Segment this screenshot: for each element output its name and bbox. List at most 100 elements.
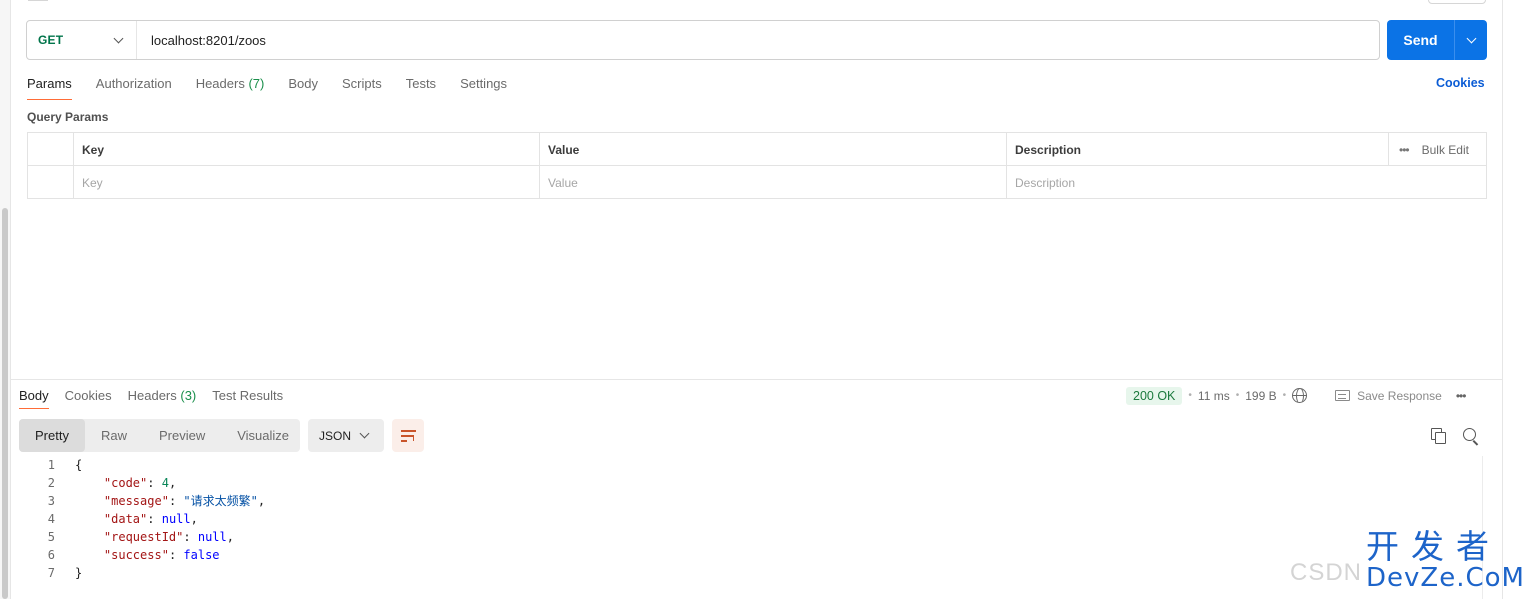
json-comma: , xyxy=(168,476,177,490)
json-value: null xyxy=(197,530,227,544)
tab-response-body[interactable]: Body xyxy=(19,383,49,409)
method-select[interactable]: GET xyxy=(27,21,137,59)
view-visualize[interactable]: Visualize xyxy=(221,419,305,452)
tab-response-cookies[interactable]: Cookies xyxy=(65,383,112,409)
json-comma: , xyxy=(190,512,198,526)
top-divider xyxy=(28,0,48,1)
line-number: 5 xyxy=(47,530,55,544)
response-meta: 200 OK • 11 ms • 199 B • Save Response •… xyxy=(1126,385,1467,406)
description-field[interactable]: Description xyxy=(1006,166,1487,199)
vertical-scrollbar[interactable] xyxy=(2,208,8,599)
json-value: false xyxy=(183,548,220,562)
method-label: GET xyxy=(38,33,64,47)
json-value: null xyxy=(161,512,191,526)
query-params-title: Query Params xyxy=(27,110,109,124)
tab-response-headers[interactable]: Headers (3) xyxy=(128,383,197,409)
code-line: 4 "data": null, xyxy=(19,510,1483,528)
copy-icon[interactable] xyxy=(1431,428,1446,444)
code-line: 2 "code": 4, xyxy=(19,474,1483,492)
code-text: "code": 4, xyxy=(75,474,176,492)
tab-body[interactable]: Body xyxy=(288,70,318,100)
response-divider[interactable] xyxy=(11,379,1502,380)
json-key: "requestId" xyxy=(103,530,184,544)
response-body-editor[interactable]: 1 { 2 "code": 4, 3 "message": "请求太频繁", 4… xyxy=(19,456,1483,586)
code-line: 1 { xyxy=(19,456,1483,474)
globe-icon[interactable] xyxy=(1292,388,1308,403)
value-field[interactable]: Value xyxy=(539,166,1006,199)
chevron-down-icon xyxy=(113,33,124,43)
view-raw[interactable]: Raw xyxy=(85,419,143,452)
json-key: "data" xyxy=(103,512,148,526)
tab-test-results[interactable]: Test Results xyxy=(212,383,283,409)
json-value: "请求太频繁" xyxy=(183,494,258,508)
json-sep: : xyxy=(168,494,184,508)
url-bar: GET xyxy=(26,20,1380,60)
line-number: 3 xyxy=(47,494,55,508)
search-icon[interactable] xyxy=(1463,428,1479,444)
tab-params[interactable]: Params xyxy=(27,70,72,100)
json-key: "message" xyxy=(103,494,169,508)
bulk-edit-button[interactable]: ••• Bulk Edit xyxy=(1388,133,1488,166)
code-text: "message": "请求太频繁", xyxy=(75,492,265,510)
json-sep: : xyxy=(168,548,184,562)
request-tabs: Params Authorization Headers (7) Body Sc… xyxy=(27,70,531,100)
query-params-table: Key Value Description ••• Bulk Edit Key … xyxy=(27,132,1487,199)
send-button-group: Send xyxy=(1387,20,1487,60)
tab-tests[interactable]: Tests xyxy=(406,70,436,100)
response-headers-count: (3) xyxy=(180,388,197,403)
json-sep: : xyxy=(147,476,162,490)
csdn-watermark: CSDN xyxy=(1290,559,1363,586)
format-select[interactable]: JSON xyxy=(308,419,384,452)
devze-watermark-cn: 开发者 xyxy=(1366,527,1501,566)
code-text: "data": null, xyxy=(75,510,198,528)
left-scroll-rail xyxy=(0,0,11,599)
code-line: 6 "success": false xyxy=(19,546,1483,564)
send-button[interactable]: Send xyxy=(1387,20,1454,60)
wrap-lines-icon xyxy=(400,430,416,442)
json-value: 4 xyxy=(161,476,169,490)
line-number: 2 xyxy=(47,476,55,490)
view-pretty[interactable]: Pretty xyxy=(19,419,85,452)
json-key: "success" xyxy=(103,548,169,562)
view-mode-switch: Pretty Raw Preview Visualize xyxy=(19,419,300,452)
code-line: 3 "message": "请求太频繁", xyxy=(19,492,1483,510)
save-response-button[interactable]: Save Response xyxy=(1335,389,1442,403)
line-number: 6 xyxy=(47,548,55,562)
line-number: 4 xyxy=(47,512,55,526)
separator-dot: • xyxy=(1282,390,1287,401)
value-column-header: Value xyxy=(539,133,1006,166)
table-row: Key Value Description xyxy=(28,166,1486,199)
chevron-down-icon xyxy=(359,428,370,439)
line-number: 1 xyxy=(47,458,55,472)
view-preview[interactable]: Preview xyxy=(143,419,221,452)
save-response-icon xyxy=(1335,390,1351,401)
more-icon: ••• xyxy=(1399,142,1410,157)
headers-count: (7) xyxy=(248,76,265,91)
response-tabs: Body Cookies Headers (3) Test Results xyxy=(19,383,299,409)
separator-dot: • xyxy=(1235,390,1240,401)
checkbox-column-header xyxy=(28,133,73,166)
tab-settings[interactable]: Settings xyxy=(460,70,507,100)
tab-scripts[interactable]: Scripts xyxy=(342,70,382,100)
url-input[interactable] xyxy=(137,21,1379,59)
more-options-icon[interactable]: ••• xyxy=(1456,389,1467,403)
tab-authorization[interactable]: Authorization xyxy=(96,70,172,100)
line-number: 7 xyxy=(47,566,55,580)
wrap-lines-button[interactable] xyxy=(392,419,424,452)
tab-headers[interactable]: Headers (7) xyxy=(196,70,265,100)
description-column-header: Description xyxy=(1006,133,1388,166)
devze-watermark-en: DevZe.CoM xyxy=(1366,563,1523,593)
code-text: } xyxy=(75,566,83,580)
send-options-button[interactable] xyxy=(1454,20,1487,60)
json-key: "code" xyxy=(103,476,148,490)
response-time[interactable]: 11 ms xyxy=(1198,389,1230,403)
status-badge[interactable]: 200 OK xyxy=(1126,386,1183,405)
code-text: "requestId": null, xyxy=(75,528,234,546)
response-size[interactable]: 199 B xyxy=(1245,389,1276,403)
cookies-link[interactable]: Cookies xyxy=(1436,76,1485,90)
top-toolbar-button[interactable] xyxy=(1428,0,1486,4)
json-sep: : xyxy=(183,530,198,544)
key-column-header: Key xyxy=(73,133,539,166)
key-field[interactable]: Key xyxy=(73,166,539,199)
row-checkbox-cell xyxy=(28,166,73,199)
